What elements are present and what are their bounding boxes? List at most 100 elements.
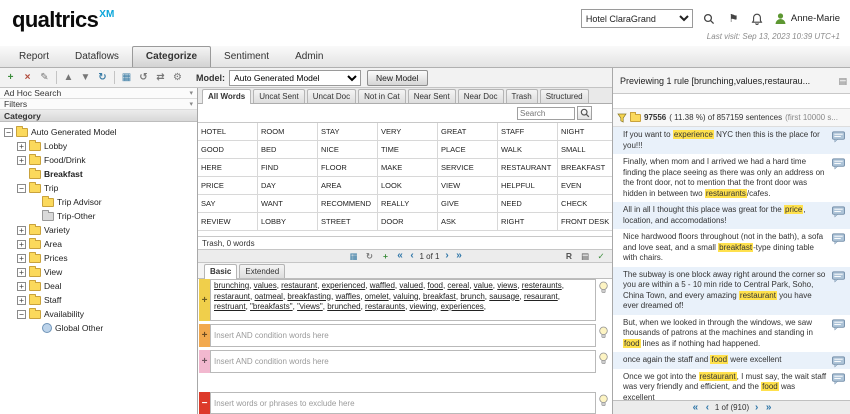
rename-category-icon[interactable]: ✎ [36, 70, 53, 86]
model-select[interactable]: Auto Generated Model [229, 70, 361, 86]
word-cell[interactable]: BREAKFAST [558, 159, 612, 177]
word-cell[interactable]: RIGHT [498, 213, 558, 231]
account-select[interactable]: Hotel ClaraGrand [581, 9, 693, 28]
comment-bubble-icon[interactable] [832, 158, 845, 170]
suggest-words-icon[interactable] [598, 326, 609, 339]
tree-item-view[interactable]: +View [0, 265, 197, 279]
nav-tab-report[interactable]: Report [6, 46, 62, 67]
suggest-words-icon[interactable] [598, 352, 609, 365]
apply-icon[interactable]: ✓ [594, 250, 608, 262]
nav-tab-sentiment[interactable]: Sentiment [211, 46, 282, 67]
word-cell[interactable]: VERY [378, 123, 438, 141]
words-tab-uncat-sent[interactable]: Uncat Sent [253, 89, 305, 103]
tree-item-prices[interactable]: +Prices [0, 251, 197, 265]
prev-page-icon[interactable]: ‹ [703, 403, 712, 413]
tree-item-availability[interactable]: −Availability [0, 307, 197, 321]
rule-word[interactable]: restaraunt [214, 292, 250, 301]
tree-item-global-other[interactable]: Global Other [0, 321, 197, 335]
word-cell[interactable]: HOTEL [198, 123, 258, 141]
rule-word[interactable]: experienced [322, 281, 366, 290]
refresh-icon[interactable]: ↻ [94, 70, 111, 86]
search-button[interactable] [577, 106, 592, 120]
next-page-icon[interactable]: › [752, 403, 761, 413]
word-cell[interactable]: GREAT [438, 123, 498, 141]
comment-bubble-icon[interactable] [832, 373, 845, 385]
tree-item-trip[interactable]: −Trip [0, 181, 197, 195]
nav-tab-categorize[interactable]: Categorize [132, 46, 211, 67]
words-tab-uncat-doc[interactable]: Uncat Doc [307, 89, 356, 103]
rule-word[interactable]: values [254, 281, 277, 290]
tree-item-staff[interactable]: +Staff [0, 293, 197, 307]
search-input[interactable] [517, 107, 575, 120]
word-cell[interactable]: RESTAURANT [498, 159, 558, 177]
sentence-row[interactable]: But, when we looked in through the windo… [613, 315, 850, 353]
comment-bubble-icon[interactable] [832, 233, 845, 245]
word-cell[interactable]: PRICE [198, 177, 258, 195]
words-tab-near-sent[interactable]: Near Sent [408, 89, 456, 103]
tree-item-breakfast[interactable]: Breakfast [0, 167, 197, 181]
include-strip[interactable]: + [199, 279, 210, 321]
tree-item-deal[interactable]: +Deal [0, 279, 197, 293]
rule-word[interactable]: oatmeal [254, 292, 282, 301]
tree-expander-icon[interactable]: + [17, 254, 26, 263]
rule-word[interactable]: value [474, 281, 493, 290]
rule-word[interactable]: sausage [489, 292, 519, 301]
word-cell[interactable]: NIGHT [558, 123, 612, 141]
word-cell[interactable]: TIME [378, 141, 438, 159]
words-tab-not-in-cat[interactable]: Not in Cat [358, 89, 406, 103]
word-cell[interactable]: NEED [498, 195, 558, 213]
word-cell[interactable]: FRONT DESK [558, 213, 612, 231]
comment-bubble-icon[interactable] [832, 319, 845, 331]
rule-word[interactable]: resteraunts [522, 281, 562, 290]
rule-word[interactable]: breakfast [423, 292, 456, 301]
word-cell[interactable]: HERE [198, 159, 258, 177]
word-cell[interactable]: HELPFUL [498, 177, 558, 195]
rule-word[interactable]: breakfasting [287, 292, 331, 301]
word-cell[interactable]: SMALL [558, 141, 612, 159]
delete-category-icon[interactable]: × [19, 70, 36, 86]
tree-expander-icon[interactable]: − [17, 310, 26, 319]
bell-icon[interactable] [750, 11, 765, 26]
tree-item-trip-advisor[interactable]: Trip Advisor [0, 195, 197, 209]
refresh-words-icon[interactable]: ↻ [362, 250, 376, 262]
tree-expander-icon[interactable]: − [17, 184, 26, 193]
tree-item-variety[interactable]: +Variety [0, 223, 197, 237]
rule-word[interactable]: omelet [365, 292, 389, 301]
words-tab-trash[interactable]: Trash [506, 89, 538, 103]
sentence-row[interactable]: Finally, when mom and I arrived we had a… [613, 154, 850, 202]
tree-item-food-drink[interactable]: +Food/Drink [0, 153, 197, 167]
and-condition-input[interactable] [210, 324, 596, 347]
word-cell[interactable]: AREA [318, 177, 378, 195]
and-condition-input[interactable] [210, 350, 596, 373]
words-tab-structured[interactable]: Structured [540, 89, 589, 103]
filters-section[interactable]: Filters ▾ [0, 99, 197, 110]
settings-icon[interactable]: ⚙ [169, 70, 186, 86]
rule-word[interactable]: valued [399, 281, 423, 290]
next-page-icon[interactable]: › [443, 251, 452, 261]
stats-icon[interactable]: ▤ [578, 250, 592, 262]
rule-word[interactable]: restruant [214, 302, 246, 311]
word-cell[interactable]: WALK [498, 141, 558, 159]
word-cell[interactable]: STAFF [498, 123, 558, 141]
comment-bubble-icon[interactable] [832, 206, 845, 218]
sentence-row[interactable]: Nice hardwood floors throughout (not in … [613, 229, 850, 267]
tree-item-area[interactable]: +Area [0, 237, 197, 251]
word-cell[interactable]: GIVE [438, 195, 498, 213]
add-category-icon[interactable]: + [2, 70, 19, 86]
comment-bubble-icon[interactable] [832, 131, 845, 143]
rule-word[interactable]: brunch [460, 292, 484, 301]
word-cell[interactable]: PLACE [438, 141, 498, 159]
nav-tab-dataflows[interactable]: Dataflows [62, 46, 132, 67]
tree-expander-icon[interactable]: + [17, 142, 26, 151]
tree-expander-icon[interactable]: + [17, 156, 26, 165]
word-cell[interactable]: DAY [258, 177, 318, 195]
sentence-row[interactable]: The subway is one block away right aroun… [613, 267, 850, 315]
rule-word[interactable]: waffles [335, 292, 360, 301]
rule-word[interactable]: cereal [447, 281, 469, 290]
sentence-row[interactable]: once again the staff and food were excel… [613, 352, 850, 369]
rule-word[interactable]: brunched [327, 302, 360, 311]
tree-expander-icon[interactable]: + [17, 268, 26, 277]
filter-icon[interactable] [617, 113, 627, 123]
word-cell[interactable]: DOOR [378, 213, 438, 231]
include-words-box[interactable]: brunching, values, restaurant, experienc… [210, 279, 596, 321]
